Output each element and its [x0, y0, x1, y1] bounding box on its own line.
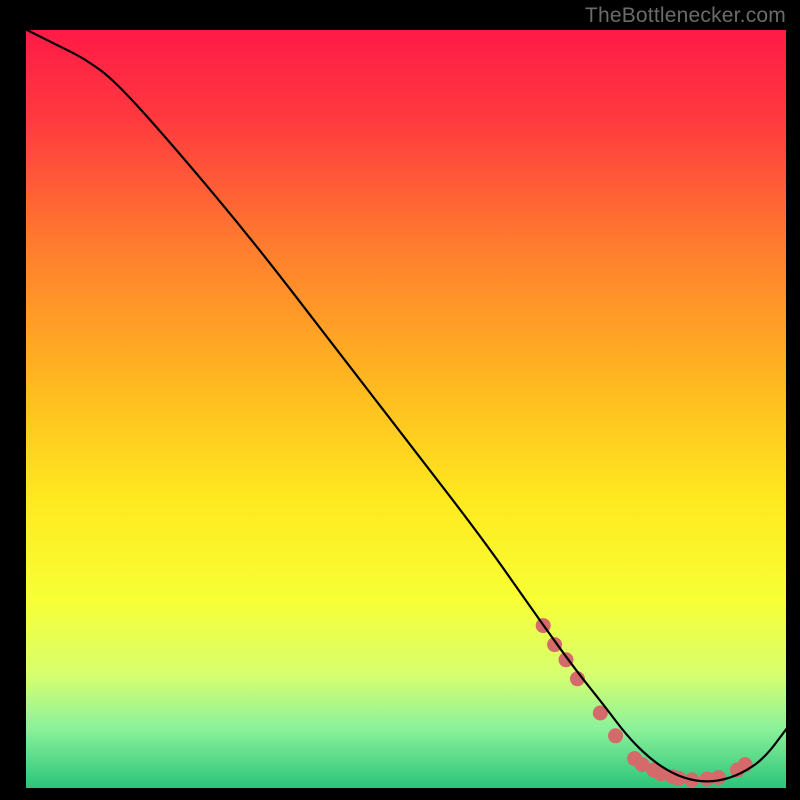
chart-svg	[0, 0, 800, 800]
watermark-label: TheBottlenecker.com	[585, 4, 786, 28]
scatter-point	[608, 728, 623, 743]
plot-background	[25, 29, 787, 789]
scatter-point	[711, 770, 726, 785]
chart-stage: TheBottlenecker.com	[0, 0, 800, 800]
